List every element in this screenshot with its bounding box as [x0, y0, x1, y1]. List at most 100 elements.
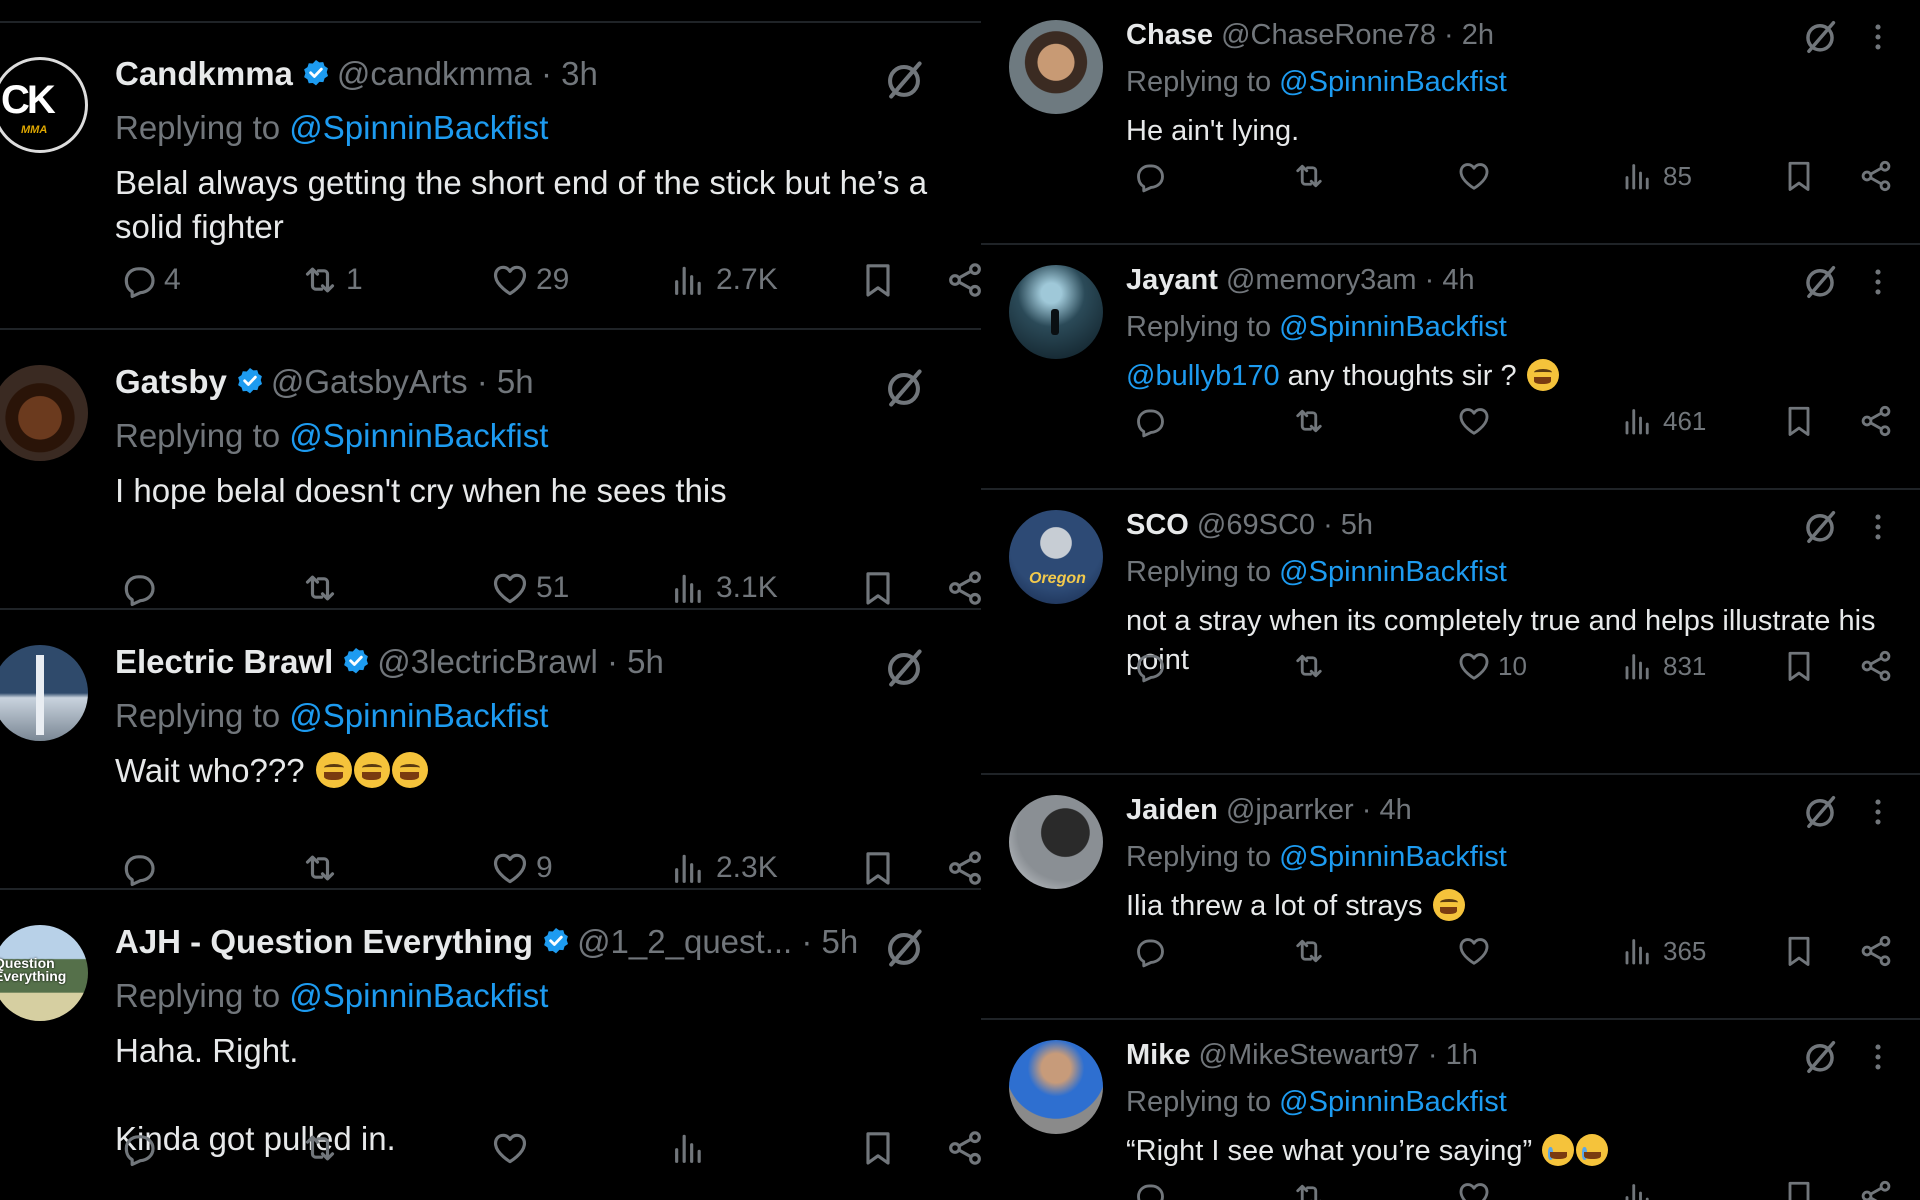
share-button[interactable]	[1858, 648, 1894, 684]
repost-button[interactable]	[1291, 1178, 1327, 1200]
share-button[interactable]	[945, 260, 981, 300]
bookmark-button[interactable]	[1781, 933, 1817, 969]
display-name[interactable]: Chase	[1126, 19, 1213, 51]
reply-button[interactable]	[118, 848, 158, 888]
reply-button[interactable]	[1131, 933, 1167, 969]
user-handle[interactable]: @1_2_quest...	[577, 923, 792, 960]
share-button[interactable]	[1858, 933, 1894, 969]
post-time[interactable]: · 4h	[1425, 264, 1475, 296]
user-handle[interactable]: @3lectricBrawl	[377, 643, 598, 680]
views-button[interactable]: 831	[1621, 648, 1706, 684]
grok-icon[interactable]	[882, 58, 926, 107]
grok-icon[interactable]	[1801, 263, 1839, 306]
post-time[interactable]: · 4h	[1362, 794, 1412, 826]
reply-button[interactable]	[1131, 403, 1167, 439]
replying-to-link[interactable]: @SpinninBackfist	[289, 697, 548, 734]
reply-button[interactable]	[118, 1128, 158, 1168]
share-button[interactable]	[945, 1128, 981, 1168]
like-button[interactable]: 9	[490, 848, 553, 888]
avatar[interactable]: CK MMA	[0, 57, 88, 153]
more-options-icon[interactable]	[1861, 795, 1895, 834]
grok-icon[interactable]	[1801, 508, 1839, 551]
more-options-icon[interactable]	[1861, 510, 1895, 549]
grok-icon[interactable]	[882, 926, 926, 975]
like-button[interactable]	[1456, 403, 1492, 439]
reply-button[interactable]	[1131, 648, 1167, 684]
views-button[interactable]: 365	[1621, 933, 1706, 969]
share-button[interactable]	[945, 848, 981, 888]
views-button[interactable]: 3.1K	[670, 568, 778, 608]
user-handle[interactable]: @jparrker	[1226, 794, 1354, 826]
post-time[interactable]: · 5h	[607, 643, 664, 680]
avatar[interactable]	[0, 365, 88, 461]
replying-to-link[interactable]: @SpinninBackfist	[289, 977, 548, 1014]
replying-to-link[interactable]: @SpinninBackfist	[1279, 1086, 1507, 1118]
post-time[interactable]: · 1h	[1428, 1039, 1478, 1071]
replying-to-link[interactable]: @SpinninBackfist	[289, 109, 548, 146]
like-button[interactable]	[1456, 933, 1492, 969]
share-button[interactable]	[1858, 403, 1894, 439]
reply-button[interactable]	[118, 568, 158, 608]
replying-to-link[interactable]: @SpinninBackfist	[1279, 556, 1507, 588]
replying-to-link[interactable]: @SpinninBackfist	[1279, 66, 1507, 98]
share-button[interactable]	[1858, 1178, 1894, 1200]
grok-icon[interactable]	[1801, 793, 1839, 836]
avatar[interactable]	[1009, 265, 1103, 359]
grok-icon[interactable]	[882, 646, 926, 695]
bookmark-button[interactable]	[858, 1128, 898, 1168]
display-name[interactable]: Jaiden	[1126, 794, 1218, 826]
grok-icon[interactable]	[1801, 1038, 1839, 1081]
like-button[interactable]: 29	[490, 260, 569, 300]
bookmark-button[interactable]	[1781, 403, 1817, 439]
user-handle[interactable]: @candkmma	[337, 55, 532, 92]
post-time[interactable]: · 2h	[1444, 19, 1494, 51]
mention-link[interactable]: @bullyb170	[1126, 360, 1280, 392]
views-button[interactable]: 2.7K	[670, 260, 778, 300]
views-button[interactable]: 85	[1621, 158, 1692, 194]
user-handle[interactable]: @ChaseRone78	[1221, 19, 1436, 51]
more-options-icon[interactable]	[1861, 20, 1895, 59]
post-time[interactable]: · 5h	[1323, 509, 1373, 541]
reply-button[interactable]	[1131, 1178, 1167, 1200]
reply-button[interactable]	[1131, 158, 1167, 194]
user-handle[interactable]: @MikeStewart97	[1199, 1039, 1420, 1071]
avatar[interactable]	[1009, 795, 1103, 889]
repost-button[interactable]	[300, 1128, 340, 1168]
share-button[interactable]	[1858, 158, 1894, 194]
like-button[interactable]	[1456, 1178, 1492, 1200]
repost-button[interactable]	[1291, 648, 1327, 684]
user-handle[interactable]: @69SC0	[1197, 509, 1315, 541]
repost-button[interactable]	[300, 848, 340, 888]
post-time[interactable]: · 5h	[477, 363, 534, 400]
avatar[interactable]	[1009, 20, 1103, 114]
bookmark-button[interactable]	[1781, 648, 1817, 684]
repost-button[interactable]	[300, 568, 340, 608]
views-button[interactable]: 2.3K	[670, 848, 778, 888]
post-time[interactable]: · 5h	[801, 923, 858, 960]
avatar[interactable]	[1009, 1040, 1103, 1134]
user-handle[interactable]: @memory3am	[1226, 264, 1417, 296]
reply-button[interactable]: 4	[118, 260, 181, 300]
replying-to-link[interactable]: @SpinninBackfist	[1279, 311, 1507, 343]
like-button[interactable]	[490, 1128, 530, 1168]
like-button[interactable]: 10	[1456, 648, 1527, 684]
display-name[interactable]: Candkmma	[115, 55, 293, 92]
display-name[interactable]: AJH - Question Everything	[115, 923, 533, 960]
display-name[interactable]: Electric Brawl	[115, 643, 333, 680]
like-button[interactable]: 51	[490, 568, 569, 608]
bookmark-button[interactable]	[858, 848, 898, 888]
views-button[interactable]	[670, 1128, 710, 1168]
bookmark-button[interactable]	[1781, 158, 1817, 194]
user-handle[interactable]: @GatsbyArts	[271, 363, 468, 400]
more-options-icon[interactable]	[1861, 265, 1895, 304]
bookmark-button[interactable]	[1781, 1178, 1817, 1200]
display-name[interactable]: Mike	[1126, 1039, 1190, 1071]
share-button[interactable]	[945, 568, 981, 608]
more-options-icon[interactable]	[1861, 1040, 1895, 1079]
avatar[interactable]: Oregon	[1009, 510, 1103, 604]
avatar[interactable]: Question Everything	[0, 925, 88, 1021]
grok-icon[interactable]	[1801, 18, 1839, 61]
display-name[interactable]: Jayant	[1126, 264, 1218, 296]
views-button[interactable]: 461	[1621, 403, 1706, 439]
repost-button[interactable]	[1291, 403, 1327, 439]
